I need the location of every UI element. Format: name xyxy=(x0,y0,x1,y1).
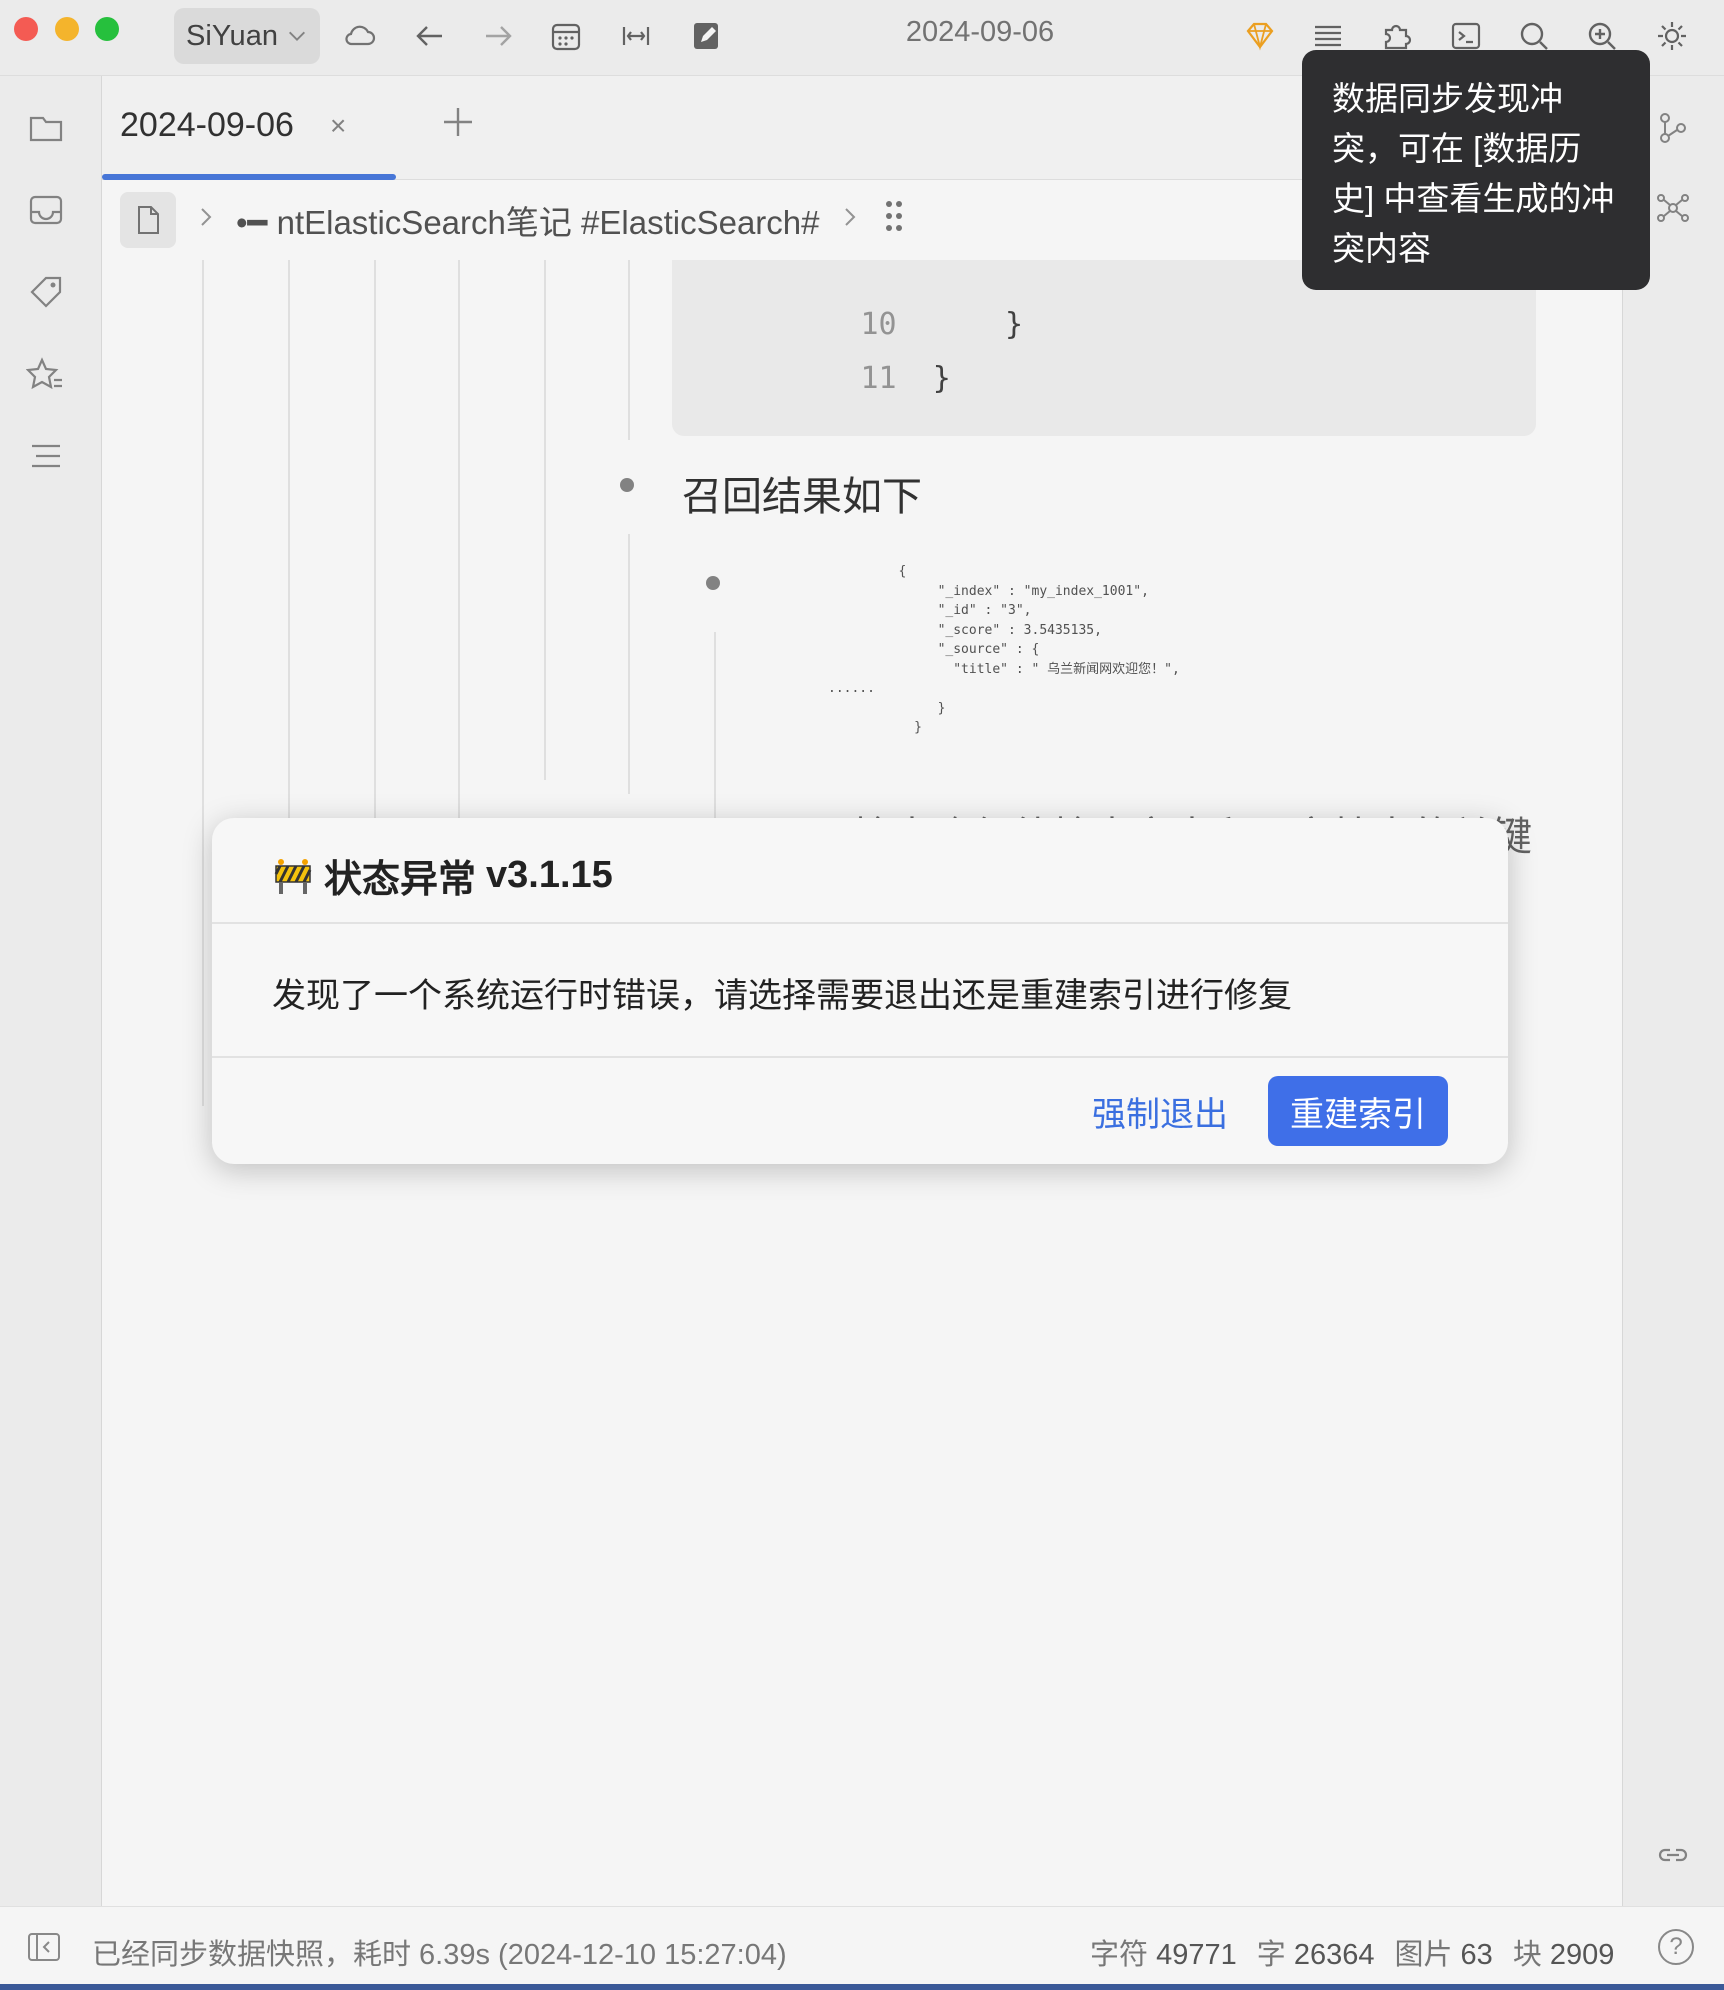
window-bottom-edge xyxy=(0,1984,1724,1990)
dock-toggle-icon[interactable] xyxy=(24,1927,64,1967)
status-bar: 已经同步数据快照，耗时 6.39s (2024-12-10 15:27:04) … xyxy=(0,1906,1724,1990)
document-stats: 字符 49771 字 26364 图片 63 块 2909 xyxy=(1090,1931,1614,1973)
sync-conflict-tooltip: 数据同步发现冲突，可在 [数据历史] 中查看生成的冲突内容 xyxy=(1302,50,1650,290)
dialog-divider xyxy=(212,1056,1508,1058)
char-count: 字符 49771 xyxy=(1090,1939,1237,1971)
block-count: 块 2909 xyxy=(1512,1939,1615,1971)
dialog-title: 状态异常 v3.1.15 xyxy=(272,848,613,903)
help-icon[interactable]: ? xyxy=(1658,1929,1694,1965)
dialog-title-text: 状态异常 xyxy=(324,859,477,901)
dialog-version: v3.1.15 xyxy=(486,854,613,896)
sync-status-message: 已经同步数据快照，耗时 6.39s (2024-12-10 15:27:04) xyxy=(92,1939,787,1971)
rebuild-index-button[interactable]: 重建索引 xyxy=(1268,1076,1448,1146)
force-quit-button[interactable]: 强制退出 xyxy=(1082,1076,1238,1146)
dialog-header: 状态异常 v3.1.15 xyxy=(212,818,1508,924)
dialog-message: 发现了一个系统运行时错误，请选择需要退出还是重建索引进行修复 xyxy=(272,977,1292,1015)
error-dialog: 状态异常 v3.1.15 发现了一个系统运行时错误，请选择需要退出还是重建索引进… xyxy=(212,818,1508,1164)
construction-barrier-icon xyxy=(274,858,312,894)
word-count: 字 26364 xyxy=(1256,1939,1375,1971)
image-count: 图片 63 xyxy=(1394,1939,1493,1971)
